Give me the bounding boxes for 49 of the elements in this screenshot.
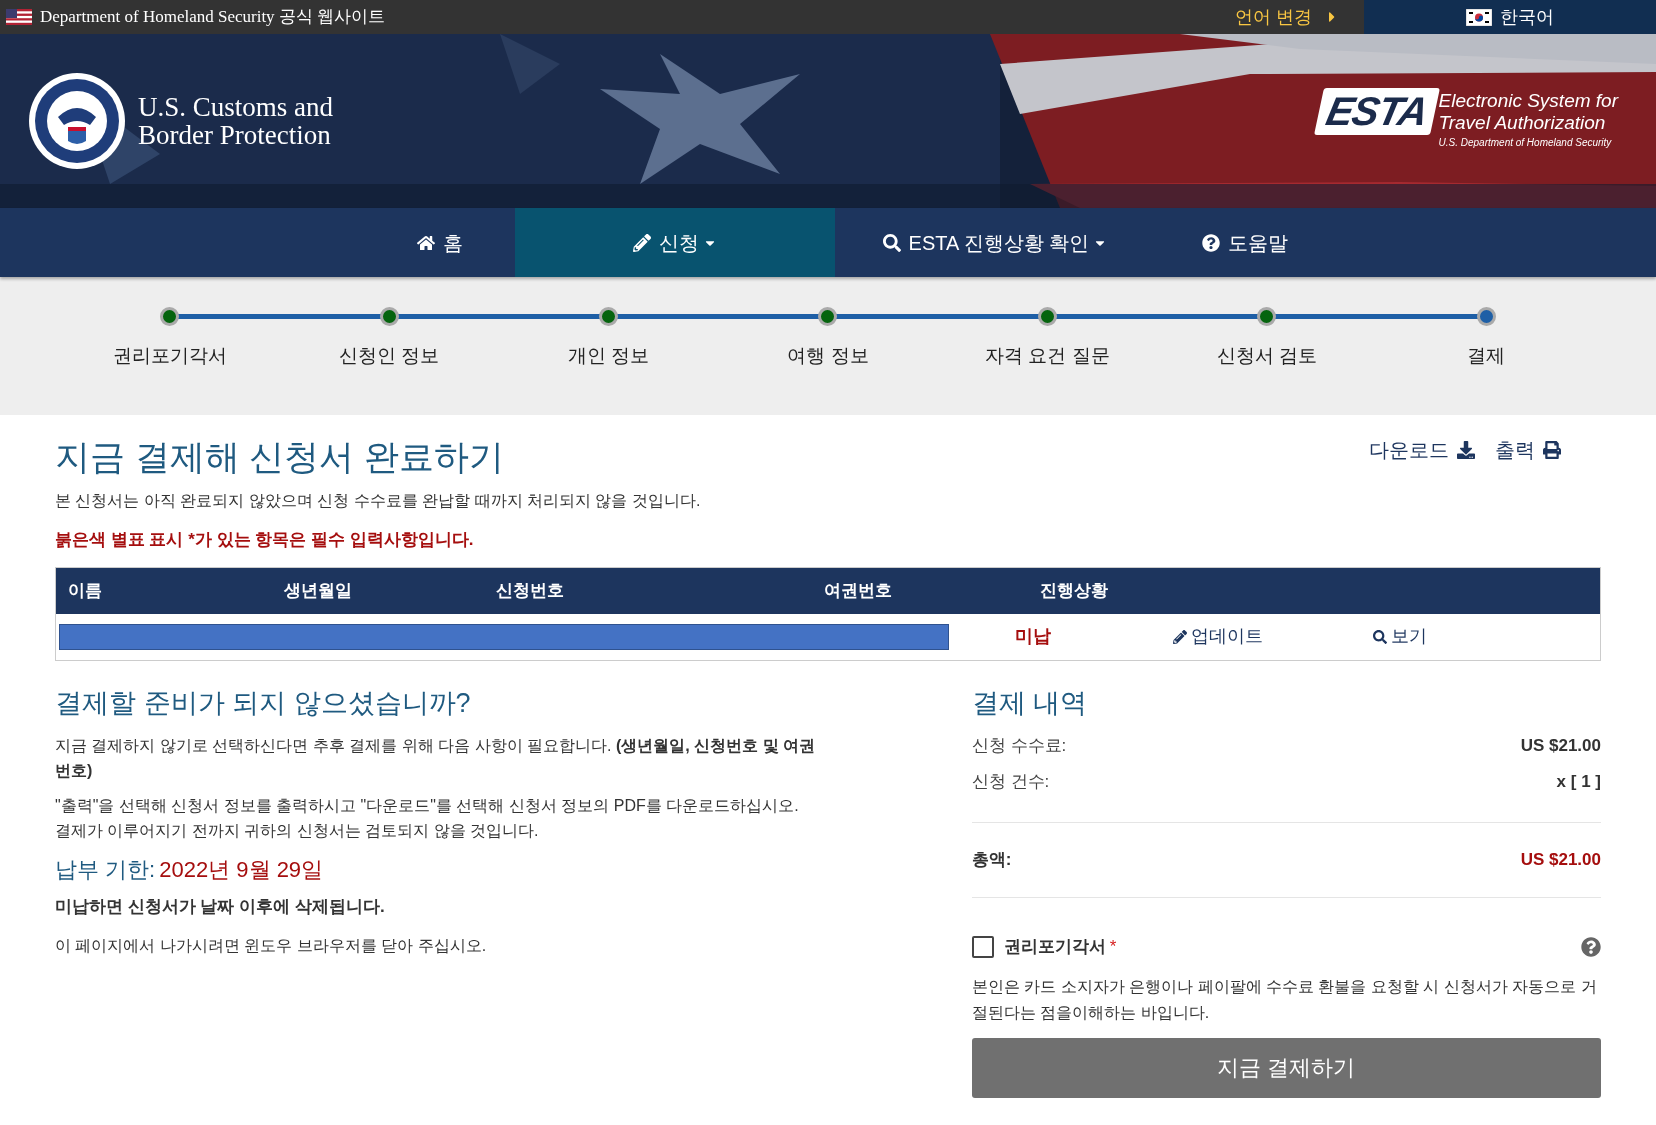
info-paragraph: "출력"을 선택해 신청서 정보를 출력하시고 "다운로드"를 선택해 신청서 정보의 PDF를 다운로드하십시오. 결제가 이루어지기 전까지 귀하의 신청서는 검토되지 않을 것입니다. <box>55 796 800 841</box>
esta-logo-line: Electronic System for <box>1438 90 1618 112</box>
esta-logo-acronym: ESTA <box>1322 88 1432 133</box>
waiver-text: 본인은 카드 소지자가 은행이나 페이팔에 수수료 환불을 요청할 시 신청서가 자동으로 거절된다는 점을이해하는 바입니다. <box>971 976 1598 1023</box>
section-title: 결제할 준비가 되지 않으셨습니까? <box>55 686 472 720</box>
column-header: 생년월일 <box>284 579 353 602</box>
total-value: US $21.00 <box>1520 849 1601 872</box>
due-date: 2022년 9월 29일 <box>159 856 324 884</box>
step-label: 자격 요건 질문 <box>985 344 1110 368</box>
page-title: 지금 결제해 신청서 완료하기 <box>55 436 506 478</box>
column-header: 진행상황 <box>1040 579 1109 602</box>
required-note: 붉은색 별표 표시 *가 있는 항목은 필수 입력사항입니다. <box>55 529 475 551</box>
update-link[interactable]: 업데이트 <box>1173 623 1263 650</box>
warning-text: 미납하면 신청서가 날짜 이후에 삭제됩니다. <box>55 896 386 918</box>
agency-name: U.S. Customs and Border Protection <box>138 93 335 149</box>
total-label: 총액: <box>971 849 1012 872</box>
info-paragraph: 지금 결제하지 않기로 선택하신다면 추후 결제를 위해 다음 사항이 필요합니다. (생년월일, 신청번호 및 여권번호) <box>55 736 816 781</box>
fee-value: x [ 1 ] <box>1556 770 1601 793</box>
due-date-label: 납부 기한: <box>55 856 156 884</box>
status-cell-text: 미납 <box>1014 625 1052 648</box>
esta-logo-line: Travel Authorization <box>1438 112 1607 134</box>
view-link[interactable]: 보기 <box>1373 623 1427 650</box>
nav-tab[interactable]: 신청 <box>515 208 835 277</box>
step-label: 개인 정보 <box>567 344 650 368</box>
esta-logo-department: U.S. Department of Homeland Security <box>1438 136 1613 150</box>
exit-note: 이 페이지에서 나가시려면 윈도우 브라우저를 닫아 주십시오. <box>55 935 488 956</box>
fee-label: 신청 건수: <box>971 770 1050 793</box>
waiver-label: 권리포기각서 <box>1003 936 1106 958</box>
pay-now-button[interactable]: 지금 결제하기 <box>971 1037 1601 1098</box>
fee-label: 신청 수수료: <box>971 735 1067 757</box>
step-label: 신청서 검토 <box>1216 344 1317 368</box>
nav-tab[interactable]: 홈 <box>365 208 515 277</box>
step-label: 결제 <box>1467 344 1506 368</box>
section-title: 결제 내역 <box>971 686 1089 720</box>
download-link[interactable]: 다운로드 <box>1369 435 1475 465</box>
column-header: 여권번호 <box>824 579 893 602</box>
column-header: 이름 <box>68 579 103 602</box>
language-change-button[interactable]: 언어 변경 <box>1235 0 1364 34</box>
step-label: 권리포기각서 <box>112 344 227 368</box>
step-label: 신청인 정보 <box>339 344 440 368</box>
fee-value: US $21.00 <box>1520 735 1601 757</box>
required-asterisk: * <box>1109 936 1117 958</box>
notice-text: 본 신청서는 아직 완료되지 않았으며 신청 수수료를 완납할 때까지 처리되지 않을 것입니다. <box>55 491 702 511</box>
site-label: Department of Homeland Security 공식 웹사이트 <box>40 6 386 29</box>
step-label: 여행 정보 <box>787 344 869 368</box>
column-header: 신청번호 <box>496 579 565 602</box>
nav-tab[interactable]: ESTA 진행상황 확인 <box>835 208 1155 277</box>
nav-tab[interactable]: 도움말 <box>1155 208 1335 277</box>
print-link[interactable]: 출력 <box>1495 435 1561 465</box>
